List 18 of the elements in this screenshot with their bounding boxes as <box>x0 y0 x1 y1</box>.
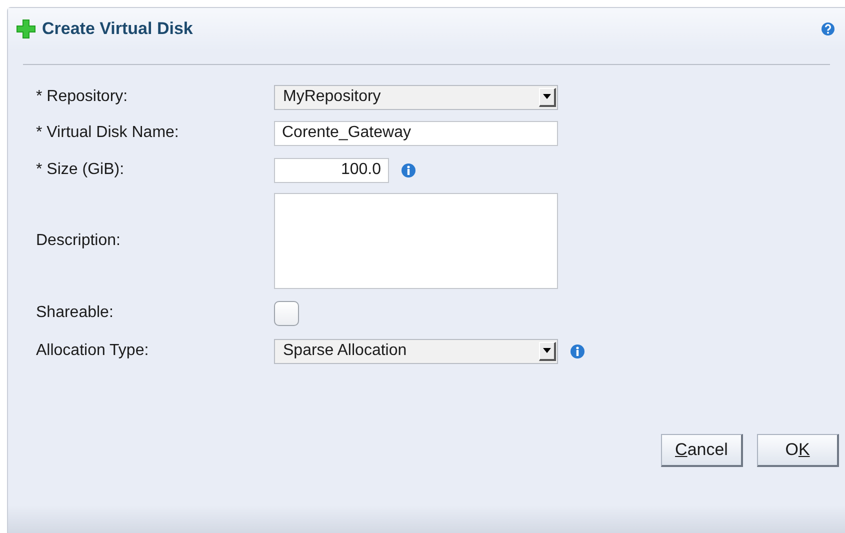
field-label: Allocation Type: <box>36 341 150 361</box>
field-label: Shareable: <box>36 303 114 323</box>
number-field[interactable]: 100.0 <box>274 158 389 182</box>
field-label: Description: <box>36 231 122 251</box>
field-label: * Size (GiB): <box>36 160 126 180</box>
checkbox[interactable] <box>274 300 299 326</box>
dropdown[interactable]: MyRepository <box>274 84 558 110</box>
help-icon[interactable] <box>821 22 835 36</box>
plus-icon <box>16 19 36 39</box>
dialog-button[interactable]: Cancel <box>661 434 743 467</box>
info-icon[interactable] <box>570 344 585 358</box>
field-label: * Repository: <box>36 87 129 107</box>
dialog-button[interactable]: OK <box>757 434 839 467</box>
field-label: * Virtual Disk Name: <box>36 123 180 143</box>
info-icon[interactable] <box>401 162 416 178</box>
dialog-title: Create Virtual Disk <box>42 18 193 40</box>
dropdown[interactable]: Sparse Allocation <box>274 338 558 364</box>
input-field[interactable]: Corente_Gateway <box>274 120 558 146</box>
